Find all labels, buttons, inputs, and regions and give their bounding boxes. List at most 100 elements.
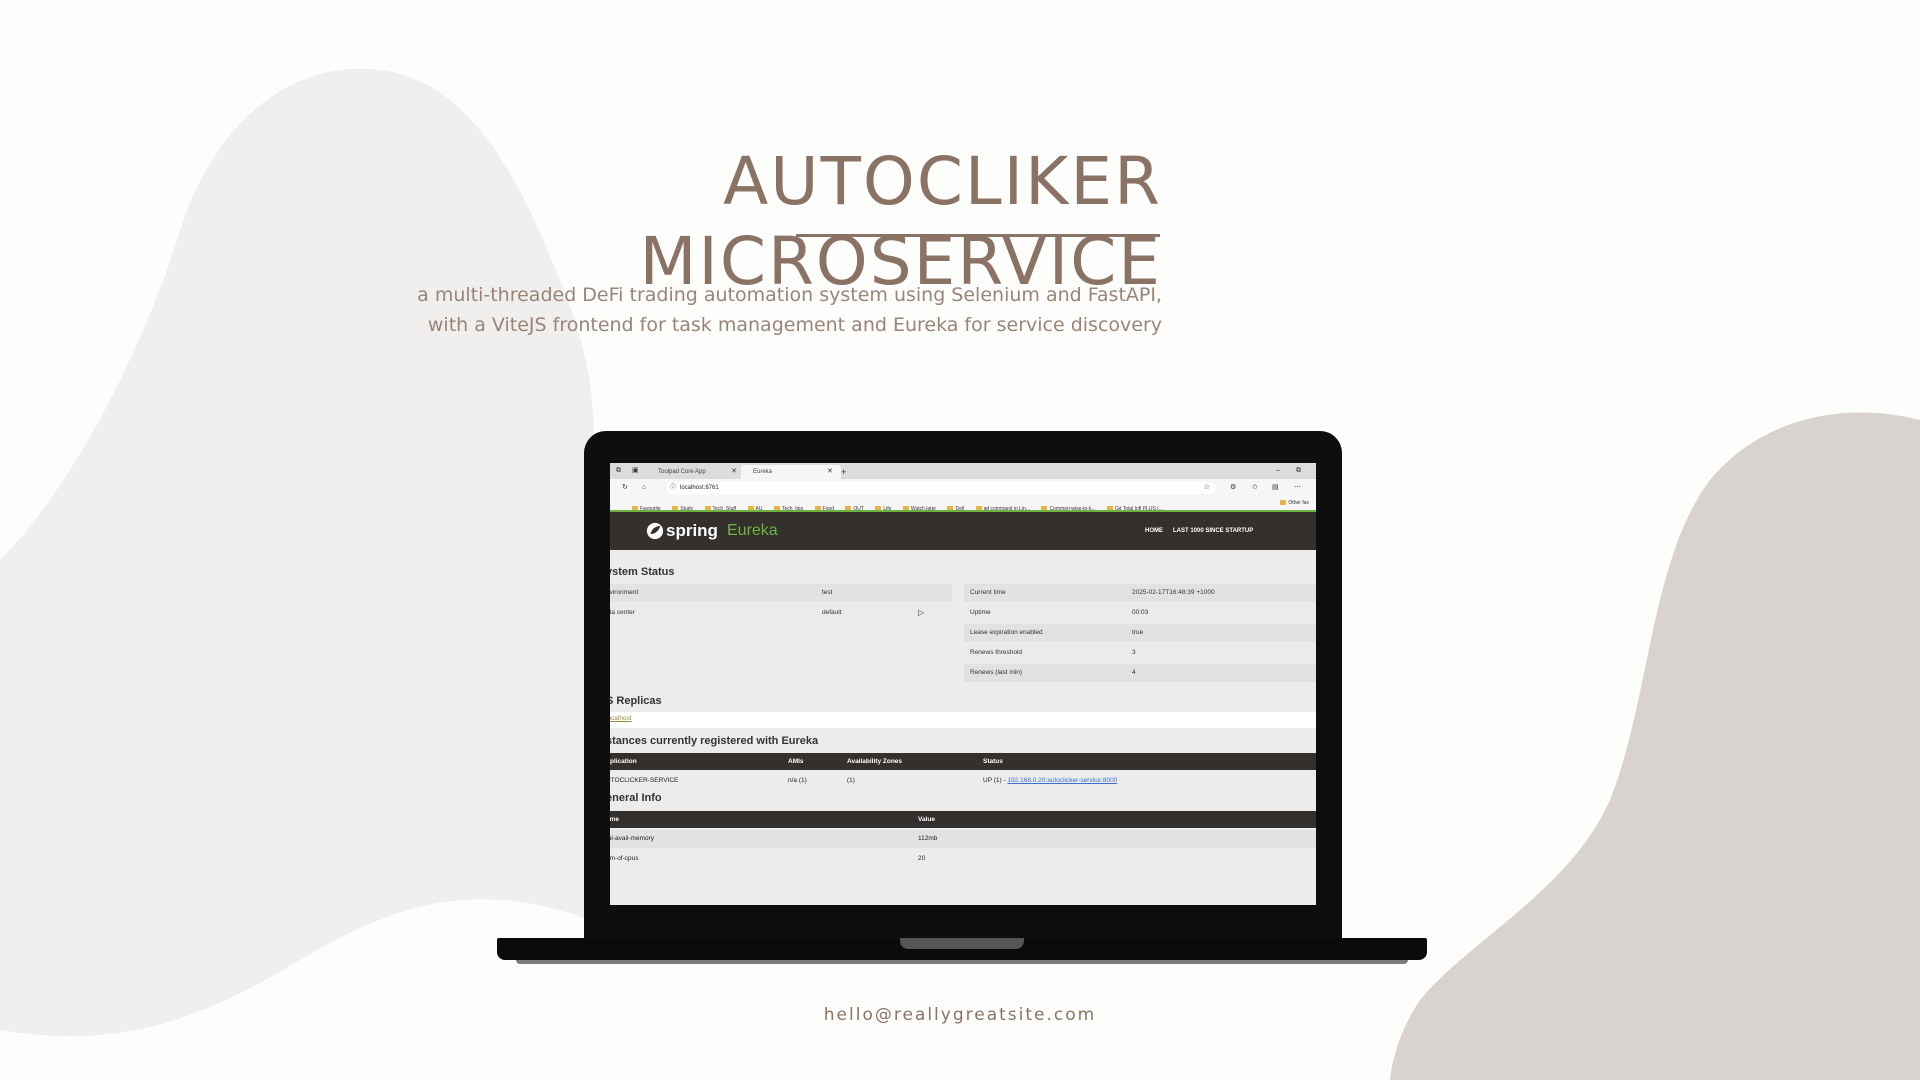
info-icon[interactable]: ⓘ	[670, 482, 676, 494]
info-name: tal-avail-memory	[610, 835, 655, 842]
eureka-content: ystem Status nvironment test ata center …	[610, 550, 1316, 905]
column-header: ame	[610, 816, 620, 823]
status-row: Current time 2025-02-17T16:48:39 +1000	[964, 584, 1316, 602]
status-value: 3	[1132, 649, 1136, 656]
bookmark-item[interactable]: Food	[815, 503, 834, 510]
subtitle-line-1: a multi-threaded DeFi trading automation…	[417, 284, 1162, 306]
subtitle-line-2: with a ViteJS frontend for task manageme…	[427, 314, 1162, 336]
home-icon[interactable]: ⌂	[642, 482, 646, 494]
status-value: 4	[1132, 669, 1136, 676]
bookmark-item[interactable]: AU	[748, 503, 763, 510]
bookmark-item[interactable]: Study	[672, 503, 693, 510]
replica-row: localhost	[610, 712, 1316, 728]
more-icon[interactable]: ⋯	[1294, 482, 1301, 494]
tab-label: Eureka	[753, 469, 773, 475]
status-row: Lease expiration enabled true	[964, 624, 1316, 642]
status-row: nvironment test	[610, 584, 952, 602]
logo-eureka: Eureka	[727, 522, 778, 539]
instance-amis: n/a (1)	[788, 777, 807, 784]
bookmark-overflow[interactable]: Other fav	[1280, 497, 1309, 510]
status-label: Uptime	[970, 609, 991, 616]
status-label: Renews (last min)	[970, 669, 1023, 676]
column-header: Availability Zones	[847, 758, 903, 765]
bookmark-item[interactable]: Tech_Stuff	[705, 503, 737, 510]
bookmark-item[interactable]: OUT	[845, 503, 864, 510]
status-value: 2025-02-17T16:48:39 +1000	[1132, 589, 1215, 596]
close-icon[interactable]: ✕	[827, 465, 833, 479]
info-name: um-of-cpus	[610, 855, 639, 862]
status-prefix: UP (1) -	[983, 777, 1008, 784]
bookmark-item[interactable]: ad command in Lin...	[976, 503, 1030, 510]
status-label: nvironment	[610, 589, 639, 596]
close-icon[interactable]: ✕	[731, 465, 737, 479]
status-value: test	[822, 589, 833, 596]
replica-link[interactable]: localhost	[610, 715, 632, 722]
bookmark-item[interactable]: Watch later	[903, 503, 936, 510]
tab-eureka[interactable]: Eureka	[741, 465, 841, 479]
logo-spring: spring	[666, 521, 718, 540]
bookmark-item[interactable]: Git Total Infl PLUS (...	[1107, 503, 1163, 510]
instance-app: UTOCLICKER-SERVICE	[610, 777, 679, 784]
bookmark-item[interactable]: Tech_tips	[774, 503, 803, 510]
tab-label: Toolpad Core App	[658, 469, 706, 475]
instance-zones: (1)	[847, 777, 855, 784]
address-bar: ↻ ⌂ ⓘ localhost:8761 ☆ ⚙ ✩ ▤ ⋯	[610, 479, 1316, 497]
status-label: ata center	[610, 609, 635, 616]
status-row: Renews (last min) 4	[964, 664, 1316, 682]
instances-heading: stances currently registered with Eureka	[610, 735, 819, 747]
table-row: UTOCLICKER-SERVICE n/a (1) (1) UP (1) - …	[610, 772, 1316, 790]
extension-icon[interactable]: ⚙	[1230, 482, 1236, 494]
collections-icon[interactable]: ▤	[1272, 482, 1279, 494]
tab-actions-icon[interactable]: ▣	[632, 465, 639, 477]
bookmark-item[interactable]: Dell	[947, 503, 964, 510]
status-label: Current time	[970, 589, 1006, 596]
status-value: default	[822, 609, 842, 616]
status-value: 00:03	[1132, 609, 1149, 616]
column-header: pplication	[610, 758, 637, 765]
bookmark-item[interactable]: Life	[875, 503, 891, 510]
restore-icon[interactable]: ⧉	[1296, 465, 1301, 477]
workspaces-icon[interactable]: ⧉	[616, 465, 621, 477]
column-header: Status	[983, 758, 1003, 765]
column-header: AMIs	[788, 758, 804, 765]
system-status-heading: ystem Status	[610, 566, 675, 578]
status-row: Renews threshold 3	[964, 644, 1316, 662]
nav-last-1000-link[interactable]: LAST 1000 SINCE STARTUP	[1173, 526, 1253, 536]
url-text: localhost:8761	[680, 485, 719, 491]
table-row: um-of-cpus 20	[610, 850, 1316, 868]
info-value: 112mb	[918, 835, 938, 842]
laptop-base-shadow	[516, 960, 1408, 964]
spring-leaf-icon	[646, 522, 664, 540]
eureka-navbar: spring Eureka HOME LAST 1000 SINCE START…	[610, 512, 1316, 550]
laptop-screen: ⧉ ▣ Toolpad Core App ✕ Eureka ✕ + – ⧉ ↻ …	[610, 463, 1316, 905]
nav-home-link[interactable]: HOME	[1145, 526, 1163, 536]
instance-link[interactable]: 192.168.0.20:autoclicker-service:8000	[1007, 777, 1117, 784]
bookmarks-bar: Favourite Study Tech_Stuff AU Tech_tips …	[610, 497, 1316, 512]
status-value: true	[1132, 629, 1144, 636]
contact-email[interactable]: hello@reallygreatsite.com	[780, 1005, 1140, 1025]
general-table-header: ame Value	[610, 811, 1316, 828]
slide-subtitle: a multi-threaded DeFi trading automation…	[300, 280, 1162, 340]
mouse-cursor-icon: ▷	[918, 608, 925, 617]
favorites-icon[interactable]: ✩	[1252, 482, 1258, 494]
status-row: Uptime 00:03	[964, 604, 1316, 622]
instances-table-header: pplication AMIs Availability Zones Statu…	[610, 753, 1316, 770]
star-icon[interactable]: ☆	[1204, 482, 1210, 494]
status-label: Renews threshold	[970, 649, 1023, 656]
bookmark-item[interactable]: Favourite	[632, 503, 661, 510]
bookmark-item[interactable]: Common-wise-to-k...	[1041, 503, 1095, 510]
url-input[interactable]: ⓘ localhost:8761 ☆	[666, 482, 1216, 494]
instance-status: UP (1) - 192.168.0.20:autoclicker-servic…	[983, 772, 1117, 790]
browser-tab-bar: ⧉ ▣ Toolpad Core App ✕ Eureka ✕ + – ⧉	[610, 463, 1316, 479]
info-value: 20	[918, 855, 926, 862]
minimize-icon[interactable]: –	[1276, 465, 1280, 477]
ds-replicas-heading: S Replicas	[610, 695, 662, 707]
title-underline	[796, 234, 1160, 237]
laptop-notch	[900, 938, 1024, 949]
general-info-heading: eneral Info	[610, 792, 662, 804]
refresh-icon[interactable]: ↻	[622, 482, 628, 494]
new-tab-button[interactable]: +	[841, 465, 846, 479]
slide-title: AUTOCLIKER MICROSERVICE	[639, 143, 1162, 300]
status-row: ata center default ▷	[610, 604, 952, 622]
column-header: Value	[918, 816, 935, 823]
